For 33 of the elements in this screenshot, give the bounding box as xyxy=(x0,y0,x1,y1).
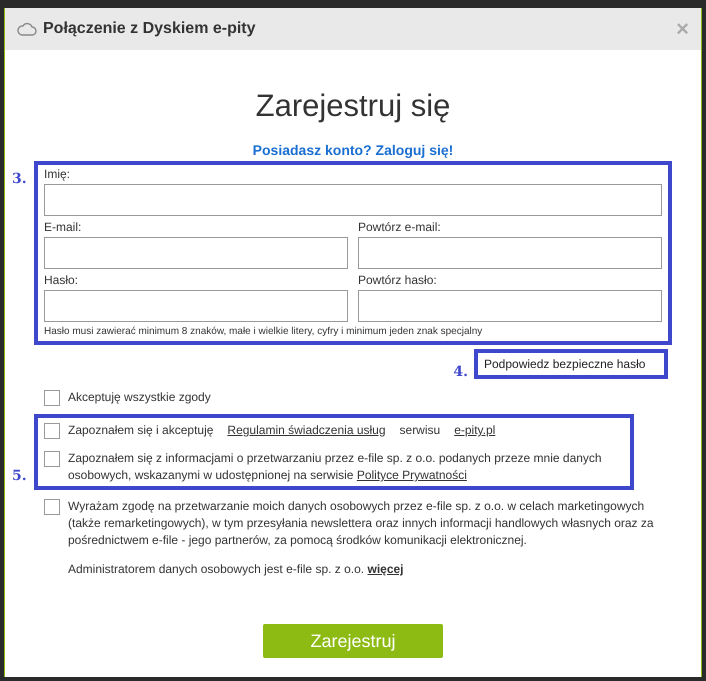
input-field[interactable] xyxy=(44,237,348,269)
input-field[interactable] xyxy=(44,184,662,216)
cloud-icon xyxy=(17,22,37,36)
password-hint-button[interactable]: Podpowiedz bezpieczne hasło xyxy=(474,349,668,379)
password-note: Hasło musi zawierać minimum 8 znaków, małe i wielkie litery, cyfry i minimum jeden znak specjalny xyxy=(44,325,484,339)
consent-text: serwisu xyxy=(400,422,440,439)
input-field[interactable] xyxy=(44,290,348,322)
checkbox[interactable] xyxy=(44,451,60,467)
field-label: Hasło: xyxy=(44,273,80,288)
input-field[interactable] xyxy=(358,237,662,269)
annotation-number: 3. xyxy=(12,171,27,187)
consent-text: Zapoznałem się i akceptuję xyxy=(68,422,214,439)
dialog-title: Połączenie z Dyskiem e-pity xyxy=(43,19,256,39)
admin-note: Administratorem danych osobowych jest e-file sp. z o.o. więcej xyxy=(67,561,405,578)
input-field[interactable] xyxy=(358,290,662,322)
consent-link[interactable]: Regulamin świadczenia usług xyxy=(227,422,386,439)
consent-text: Akceptuję wszystkie zgody xyxy=(68,389,211,406)
consent-text: Wyrażam zgodę na przetwarzanie moich danych osobowych przez e-file sp. z o.o. w celach marketingowych (także remarketingowych), w tym przesyłania newslettera oraz innych informacji handlowych własnych oraz za pośrednictwem e-file - jego partnerów, za pomocą środków komunikacji elektronicznej. xyxy=(68,498,655,549)
heading: Zarejestruj się xyxy=(256,88,450,124)
consent-text: Zapoznałem się z informacjami o przetwarzaniu przez e-file sp. z o.o. podanych przeze mnie danych osobowych, wskazanymi w udostępnionej na serwisie Polityce Prywatności xyxy=(68,450,603,484)
annotation-number: 5. xyxy=(12,468,27,484)
field-label: Powtórz hasło: xyxy=(358,273,438,288)
login-link[interactable]: Posiadasz konto? Zaloguj się! xyxy=(252,141,454,159)
checkbox[interactable] xyxy=(44,390,60,406)
more-link[interactable]: więcej xyxy=(367,562,404,576)
checkbox[interactable] xyxy=(44,423,60,439)
field-label: Imię: xyxy=(44,167,72,182)
field-label: Powtórz e-mail: xyxy=(358,220,442,235)
annotation-number: 4. xyxy=(453,365,468,379)
consent-link[interactable]: Polityce Prywatności xyxy=(356,468,467,482)
checkbox[interactable] xyxy=(44,499,60,515)
field-label: E-mail: xyxy=(44,220,82,235)
consent-link[interactable]: e-pity.pl xyxy=(454,422,496,439)
